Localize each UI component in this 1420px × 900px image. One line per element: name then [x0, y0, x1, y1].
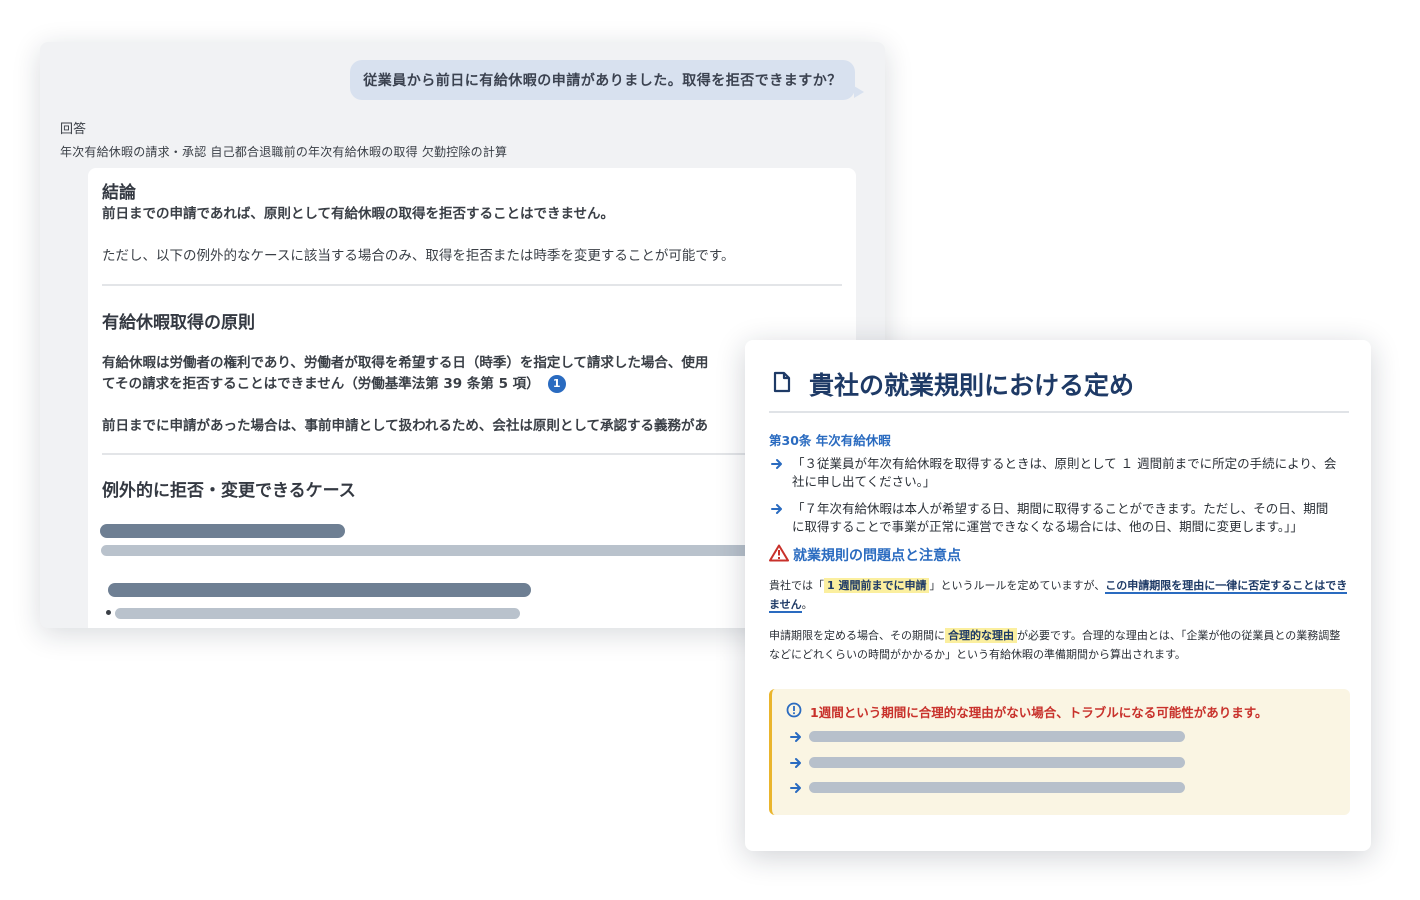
principle-line: 前日までに申請があった場合は、事前申請として扱われるため、会社は原則として承認す…: [102, 418, 709, 434]
warning-text: 1週間という期間に合理的な理由がない場合、トラブルになる可能性があります。: [810, 705, 1268, 720]
issue-paragraph: 申請期限を定める場合、その期間に 合理的な理由 が必要です。合理的な理由とは、「企業…: [769, 626, 1349, 664]
section-divider: [102, 453, 842, 455]
principle-heading: 有給休暇取得の原則: [102, 313, 255, 333]
alert-circle-icon: [786, 702, 802, 718]
loading-skeleton: [809, 782, 1185, 793]
arrow-right-icon: [771, 504, 782, 514]
highlight-text: 1 週間前までに申請: [824, 578, 930, 593]
issue-paragraph: 貴社では「 1 週間前までに申請 」というルールを定めていますが、この申請期限を理由…: [769, 576, 1349, 614]
arrow-right-icon: [790, 732, 801, 742]
warning-triangle-icon: [769, 544, 789, 562]
citation-badge[interactable]: 1: [547, 375, 566, 393]
conclusion-heading: 結論: [102, 183, 136, 203]
loading-skeleton: [809, 731, 1185, 742]
highlight-text: 合理的な理由: [945, 628, 1017, 643]
answer-card: 結論 前日までの申請であれば、原則として有給休暇の取得を拒否することはできません…: [88, 168, 856, 628]
loading-skeleton: [100, 524, 345, 538]
arrow-right-icon: [790, 783, 801, 793]
loading-skeleton: [101, 545, 751, 556]
document-icon: [773, 371, 791, 393]
answer-label: 回答: [60, 122, 87, 137]
user-question-bubble: 従業員から前日に有給休暇の申請がありました。取得を拒否できますか？: [350, 60, 855, 100]
issues-heading: 就業規則の問題点と注意点: [793, 548, 961, 564]
regulation-title: 貴社の就業規則における定め: [809, 371, 1135, 400]
warning-callout: 1週間という期間に合理的な理由がない場合、トラブルになる可能性があります。: [769, 689, 1350, 815]
exception-heading: 例外的に拒否・変更できるケース: [102, 481, 356, 501]
bullet-dot: [106, 610, 111, 615]
regulation-quote: 「７年次有給休暇は本人が希望する日、期間に取得することができます。ただし、その日…: [792, 501, 1329, 534]
conclusion-text: 前日までの申請であれば、原則として有給休暇の取得を拒否することはできません。: [102, 206, 615, 222]
para-text: 」というルールを定めていますが、: [929, 579, 1106, 592]
bubble-tail: [854, 86, 864, 98]
loading-skeleton: [108, 583, 531, 597]
loading-skeleton: [809, 757, 1185, 768]
section-divider: [102, 284, 842, 286]
regulation-quote: 「３従業員が年次有給休暇を取得するときは、原則として １ 週間前までに所定の手続…: [792, 456, 1337, 489]
loading-skeleton: [115, 608, 520, 619]
title-divider: [769, 411, 1349, 413]
principle-line: てその請求を拒否することはできません（労働基準法第 39 条第 5 項） 1: [102, 372, 566, 393]
principle-line: 有給休暇は労働者の権利であり、労働者が取得を希望する日（時季）を指定して請求した…: [102, 355, 709, 371]
arrow-right-icon: [771, 459, 782, 469]
conclusion-note: ただし、以下の例外的なケースに該当する場合のみ、取得を拒否または時季を変更するこ…: [102, 248, 735, 264]
related-topics[interactable]: 年次有給休暇の請求・承認 自己都合退職前の年次有給休暇の取得 欠勤控除の計算: [60, 143, 507, 160]
principle-line-text: てその請求を拒否することはできません（労働基準法第 39 条第 5 項）: [102, 376, 540, 392]
article-title: 第30条 年次有給休暇: [769, 433, 891, 448]
para-text: 申請期限を定める場合、その期間に: [769, 629, 945, 642]
arrow-right-icon: [790, 758, 801, 768]
para-text: 貴社では「: [769, 579, 824, 592]
para-text: 。: [801, 598, 813, 611]
regulation-panel: 貴社の就業規則における定め 第30条 年次有給休暇 「３従業員が年次有給休暇を取…: [745, 340, 1371, 851]
